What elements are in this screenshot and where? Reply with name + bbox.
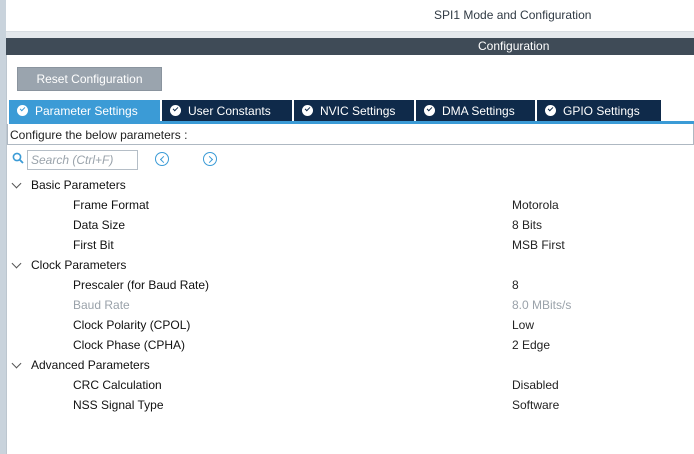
param-name: NSS Signal Type [73,398,164,412]
param-value: Software [512,398,560,412]
tab-gpio-settings[interactable]: GPIO Settings [537,100,661,121]
tab-dma-settings[interactable]: DMA Settings [416,100,535,121]
previous-icon[interactable] [155,152,169,166]
param-frame-format[interactable]: Frame Format Motorola [8,195,694,215]
param-value: Motorola [512,198,559,212]
group-basic-parameters[interactable]: Basic Parameters [10,175,126,195]
param-value: 8 [512,278,519,292]
mode-title: SPI1 Mode and Configuration [434,8,592,22]
param-value: 8.0 MBits/s [512,298,572,312]
tab-label: DMA Settings [442,103,515,118]
settings-tabs: Parameter Settings User Constants NVIC S… [9,100,663,121]
tab-label: GPIO Settings [563,103,640,118]
param-prescaler[interactable]: Prescaler (for Baud Rate) 8 [8,275,694,295]
group-label: Basic Parameters [31,178,126,192]
tab-user-constants[interactable]: User Constants [162,100,292,121]
next-icon[interactable] [203,152,217,166]
param-name: Baud Rate [73,298,130,312]
param-baud-rate: Baud Rate 8.0 MBits/s [8,295,694,315]
tab-label: NVIC Settings [320,103,396,118]
param-nss-signal-type[interactable]: NSS Signal Type Software [8,395,694,415]
reset-configuration-button[interactable]: Reset Configuration [17,67,162,91]
param-name: First Bit [73,238,114,252]
chevron-down-icon [10,359,24,371]
group-label: Advanced Parameters [31,358,150,372]
search-icon [12,152,24,164]
check-icon [302,105,313,116]
group-label: Clock Parameters [31,258,127,272]
chevron-down-icon [10,259,24,271]
tab-label: Parameter Settings [35,103,138,118]
param-value: 8 Bits [512,218,543,232]
group-clock-parameters[interactable]: Clock Parameters [10,255,126,275]
param-clock-polarity[interactable]: Clock Polarity (CPOL) Low [8,315,694,335]
param-name: Data Size [73,218,126,232]
check-icon [545,105,556,116]
check-icon [17,105,28,116]
param-name: CRC Calculation [73,378,162,392]
mode-header: SPI1 Mode and Configuration [6,0,694,32]
param-value: 2 Edge [512,338,551,352]
check-icon [170,105,181,116]
param-name: Clock Polarity (CPOL) [73,318,191,332]
check-icon [424,105,435,116]
param-value: Low [512,318,535,332]
chevron-down-icon [10,179,24,191]
param-value: Disabled [512,378,559,392]
param-crc-calculation[interactable]: CRC Calculation Disabled [8,375,694,395]
param-value: MSB First [512,238,565,252]
search-input[interactable] [27,150,138,170]
configuration-bar: Configuration [6,38,694,55]
tab-nvic-settings[interactable]: NVIC Settings [294,100,414,121]
param-name: Clock Phase (CPHA) [73,338,186,352]
param-name: Prescaler (for Baud Rate) [73,278,210,292]
param-first-bit[interactable]: First Bit MSB First [8,235,694,255]
configuration-title: Configuration [478,39,550,53]
param-data-size[interactable]: Data Size 8 Bits [8,215,694,235]
param-name: Frame Format [73,198,150,212]
param-clock-phase[interactable]: Clock Phase (CPHA) 2 Edge [8,335,694,355]
tab-parameter-settings[interactable]: Parameter Settings [9,100,160,121]
configure-instructions: Configure the below parameters : [10,128,188,142]
tab-label: User Constants [188,103,271,118]
group-advanced-parameters[interactable]: Advanced Parameters [10,355,150,375]
